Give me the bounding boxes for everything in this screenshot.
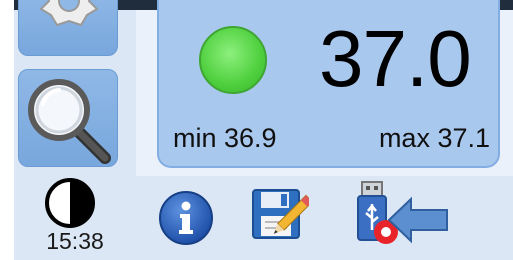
info-icon[interactable]: [158, 190, 214, 246]
search-button[interactable]: [18, 69, 118, 167]
left-border: [0, 0, 14, 260]
status-indicator: [199, 26, 267, 94]
device-screen: 15:38 37.0 min 36.9 max 37.1: [0, 0, 513, 260]
max-value: max 37.1: [378, 123, 490, 153]
min-value: min 36.9: [173, 123, 277, 153]
contrast-icon[interactable]: [44, 177, 96, 229]
settings-button[interactable]: [18, 0, 118, 56]
save-edit-icon[interactable]: [249, 184, 309, 244]
magnifier-icon: [28, 79, 111, 164]
gear-icon: [39, 0, 99, 27]
pointer-arrow-icon: [387, 196, 448, 244]
clock: 15:38: [46, 228, 104, 254]
measurement-value: 37.0: [319, 14, 472, 103]
reading-panel: 37.0 min 36.9 max 37.1: [157, 0, 500, 168]
